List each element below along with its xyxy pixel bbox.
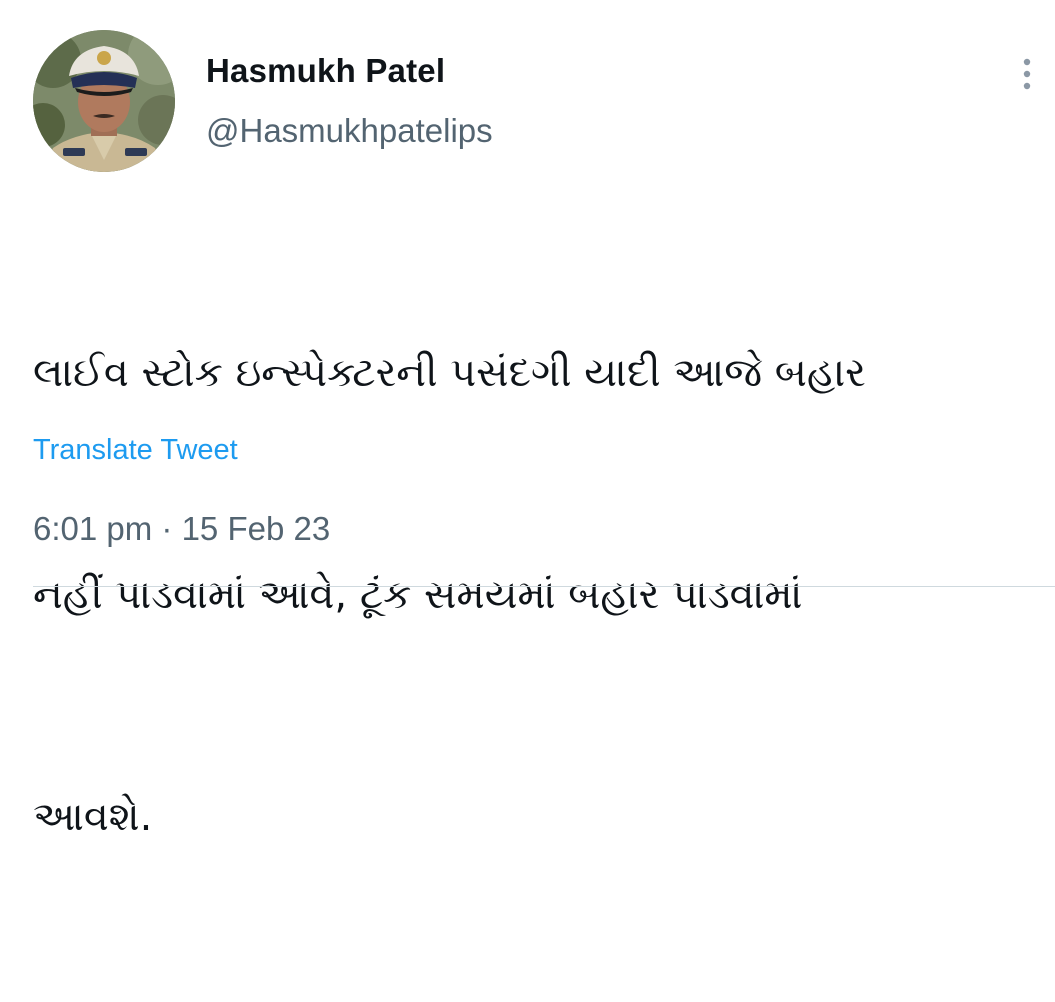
profile-photo-icon: [33, 30, 175, 172]
tweet-timestamp[interactable]: 6:01 pm · 15 Feb 23: [33, 510, 330, 548]
translate-tweet-link[interactable]: Translate Tweet: [33, 434, 238, 467]
tweet-text-line: આવશે.: [33, 794, 153, 840]
author-handle[interactable]: @Hasmukhpatelips: [206, 112, 493, 150]
more-vertical-icon: [1023, 58, 1031, 90]
tweet-text-line: લાઈવ સ્ટોક ઇન્સ્પેક્ટરની પસંદગી યાદી આજે…: [33, 350, 866, 396]
tweet-card: Hasmukh Patel @Hasmukhpatelips લાઈવ સ્ટો…: [0, 0, 1055, 840]
tweet-text-line: નહીં પાડવામાં આવે, ટૂંક સમયમાં બહાર પાડવ…: [33, 572, 803, 618]
avatar[interactable]: [33, 30, 175, 172]
divider: [33, 586, 1055, 587]
more-options-button[interactable]: [1010, 52, 1044, 96]
author-name[interactable]: Hasmukh Patel: [206, 52, 445, 90]
tweet-text: લાઈવ સ્ટોક ઇન્સ્પેક્ટરની પસંદગી યાદી આજે…: [33, 188, 1023, 1002]
